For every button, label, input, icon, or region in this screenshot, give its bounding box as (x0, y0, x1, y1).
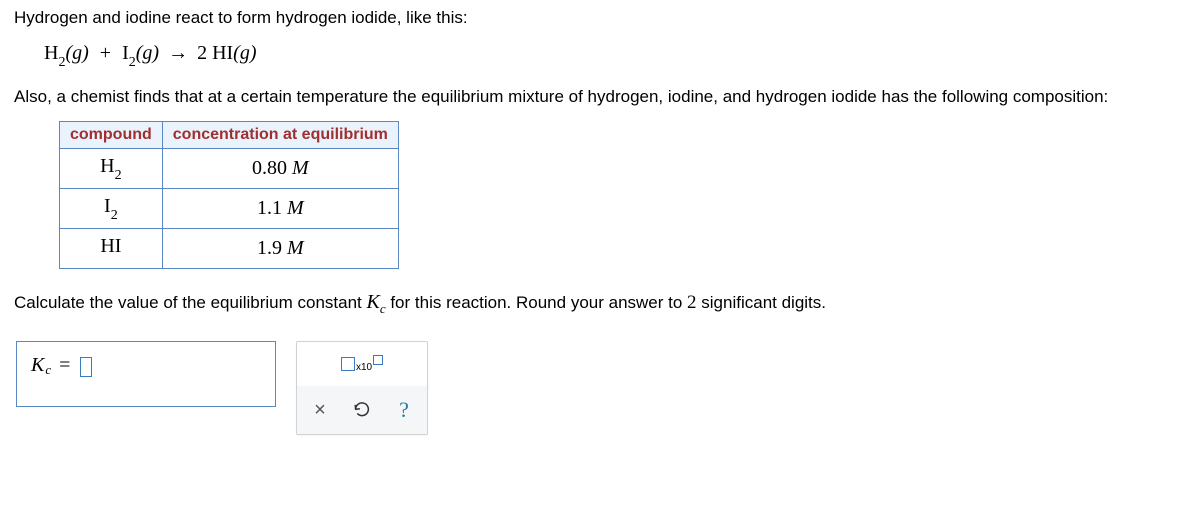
reactant1-state: (g) (65, 42, 88, 64)
tool-row-bottom: × ? (297, 386, 427, 434)
chemical-equation: H2(g) + I2(g) → 2 HI(g) (44, 42, 1186, 69)
help-icon: ? (399, 397, 409, 423)
compound-base: I (104, 195, 111, 217)
table-header-concentration: concentration at equilibrium (162, 122, 398, 149)
sig-digit-count: 2 (687, 292, 697, 313)
equilibrium-table: compound concentration at equilibrium H2… (59, 121, 399, 269)
reactant2-sub: 2 (129, 55, 136, 70)
reactant2-state: (g) (136, 42, 159, 64)
table-header-compound: compound (60, 122, 163, 149)
help-button[interactable]: ? (390, 396, 418, 424)
conc-value: 1.1 (257, 197, 282, 219)
tool-panel: x10 × ? (296, 341, 428, 435)
table-row: H2 0.80 M (60, 149, 399, 189)
reactant2-base: I (122, 42, 129, 64)
question-prefix: Calculate the value of the equilibrium c… (14, 293, 366, 312)
question-suffix: for this reaction. Round your answer to (386, 293, 687, 312)
intro-text: Hydrogen and iodine react to form hydrog… (14, 8, 1186, 28)
conc-value: 0.80 (252, 157, 287, 179)
sci-x10-label: x10 (356, 362, 372, 373)
conc-unit: M (292, 157, 309, 179)
plus-sign: + (100, 42, 111, 64)
product-state: (g) (233, 42, 256, 64)
compound-sub: 2 (115, 168, 122, 183)
context-text: Also, a chemist finds that at a certain … (14, 87, 1186, 107)
answer-k: K (31, 354, 44, 377)
answer-sub: c (45, 362, 51, 378)
product-coef: 2 (197, 42, 207, 64)
compound-base: HI (100, 235, 121, 257)
sci-exponent-placeholder-icon (373, 355, 383, 365)
conc-value: 1.9 (257, 237, 282, 259)
conc-unit: M (287, 237, 304, 259)
question-tail: significant digits. (697, 293, 826, 312)
table-row: HI 1.9 M (60, 229, 399, 269)
clear-button[interactable]: × (306, 396, 334, 424)
close-icon: × (314, 400, 326, 420)
kc-k: K (366, 291, 379, 313)
sci-mantissa-placeholder-icon (341, 357, 355, 371)
equals-sign: = (59, 354, 70, 377)
reaction-arrow: → (168, 42, 188, 64)
conc-unit: M (287, 197, 304, 219)
undo-icon (353, 401, 371, 419)
compound-base: H (100, 155, 114, 177)
answer-box: Kc = (16, 341, 276, 407)
question-text: Calculate the value of the equilibrium c… (14, 291, 1186, 317)
product-base: HI (212, 42, 233, 64)
compound-sub: 2 (111, 208, 118, 223)
reactant1-sub: 2 (58, 55, 65, 70)
scientific-notation-button[interactable]: x10 (341, 357, 383, 371)
table-row: I2 1.1 M (60, 189, 399, 229)
reactant1-base: H (44, 42, 58, 64)
reset-button[interactable] (348, 396, 376, 424)
answer-kc-label: Kc = (31, 354, 92, 377)
answer-input[interactable] (80, 357, 92, 377)
tool-row-top: x10 (297, 342, 427, 386)
